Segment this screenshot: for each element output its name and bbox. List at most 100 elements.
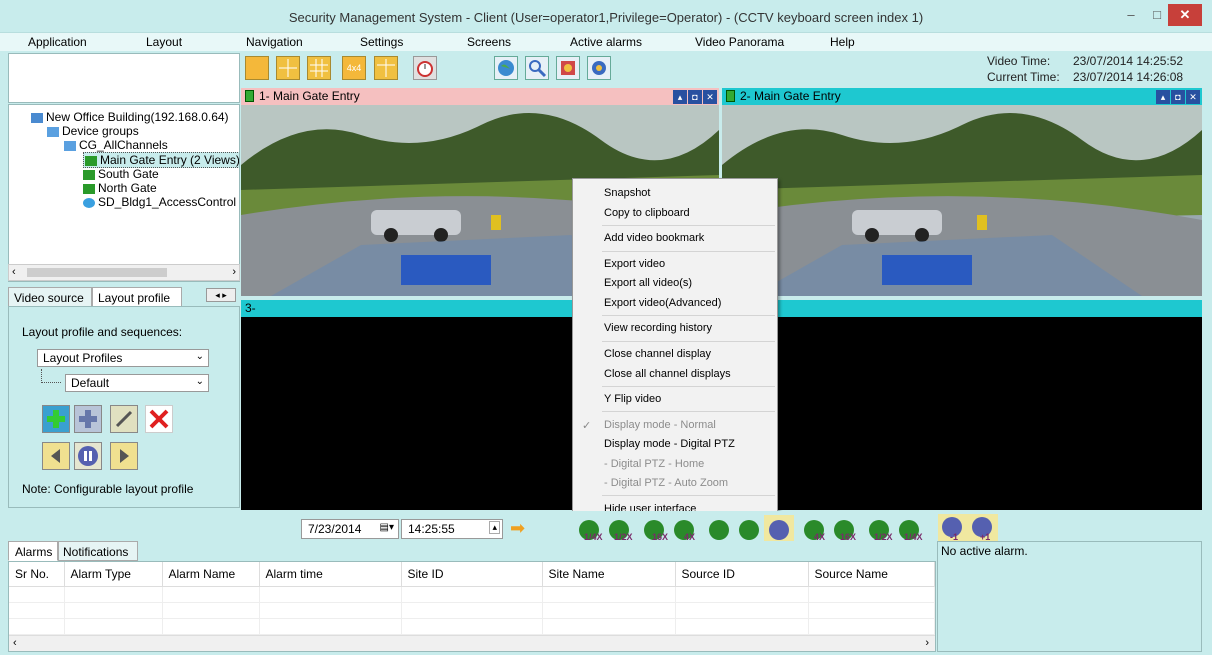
menu-item-close-channel-display[interactable]: Close channel display bbox=[604, 348, 711, 360]
video-1-title: 1- Main Gate Entry bbox=[259, 89, 360, 103]
tab-scroll-arrows[interactable]: ◂ ▸ bbox=[206, 288, 236, 302]
scroll-right-icon[interactable]: › bbox=[925, 637, 929, 649]
tree-node-access-control[interactable]: SD_Bldg1_AccessControl bbox=[83, 195, 236, 209]
play-reverse-button[interactable] bbox=[709, 520, 729, 540]
menu-layout[interactable]: Layout bbox=[146, 35, 182, 49]
globe-button[interactable] bbox=[494, 56, 518, 80]
default-profile-select[interactable]: Default ⌄ bbox=[65, 374, 209, 392]
layout-2x2-button[interactable] bbox=[276, 56, 300, 80]
delete-x-icon bbox=[149, 409, 169, 429]
menu-video-panorama[interactable]: Video Panorama bbox=[695, 35, 784, 49]
menu-active-alarms[interactable]: Active alarms bbox=[570, 35, 642, 49]
calendar-icon[interactable]: ▤▾ bbox=[380, 522, 394, 533]
tab-notifications[interactable]: Notifications bbox=[58, 541, 138, 561]
tree-node-device-groups[interactable]: Device groups bbox=[47, 124, 139, 138]
search-button[interactable] bbox=[525, 56, 549, 80]
close-button[interactable]: ✕ bbox=[1168, 4, 1202, 26]
camera-status-icon bbox=[245, 90, 254, 102]
edit-profile-button[interactable] bbox=[110, 405, 138, 433]
tree-node-root[interactable]: New Office Building(192.168.0.64) bbox=[31, 110, 229, 124]
play-button[interactable] bbox=[769, 520, 789, 540]
snapshot-icon[interactable]: ▴ bbox=[673, 90, 687, 104]
tree-node-main-gate[interactable]: Main Gate Entry (2 Views) bbox=[83, 152, 239, 168]
menu-settings[interactable]: Settings bbox=[360, 35, 403, 49]
sequence-timer-button[interactable] bbox=[413, 56, 437, 80]
next-button[interactable] bbox=[110, 442, 138, 470]
tab-alarms[interactable]: Alarms bbox=[8, 541, 58, 561]
table-row bbox=[9, 586, 935, 603]
layout-1x1-button[interactable] bbox=[245, 56, 269, 80]
column-header[interactable]: Site Name bbox=[542, 562, 676, 587]
tree-channel-group-label: CG_AllChannels bbox=[79, 138, 168, 152]
tree-node-south-gate[interactable]: South Gate bbox=[83, 167, 159, 181]
menu-item-add-video-bookmark[interactable]: Add video bookmark bbox=[604, 232, 704, 244]
layout-profiles-select[interactable]: Layout Profiles ⌄ bbox=[37, 349, 209, 367]
go-arrow-icon[interactable]: ➡ bbox=[510, 518, 525, 539]
layout-note: Note: Configurable layout profile bbox=[22, 482, 194, 496]
close-icon[interactable]: ✕ bbox=[1186, 90, 1200, 104]
add-profile-button[interactable] bbox=[42, 405, 70, 433]
delete-profile-button[interactable] bbox=[145, 405, 173, 433]
menu-item-y-flip-video[interactable]: Y Flip video bbox=[604, 393, 661, 405]
close-icon[interactable]: ✕ bbox=[703, 90, 717, 104]
layout-4x4-button[interactable]: 4x4 bbox=[342, 56, 366, 80]
layout-3x3-button[interactable] bbox=[307, 56, 331, 80]
scrollbar-thumb[interactable] bbox=[27, 268, 167, 277]
alarm-table-scrollbar[interactable]: ‹ › bbox=[9, 635, 935, 651]
menu-item-export-all-videos[interactable]: Export all video(s) bbox=[604, 277, 692, 289]
column-header[interactable]: Sr No. bbox=[9, 562, 65, 587]
tools-button[interactable] bbox=[556, 56, 580, 80]
menu-help[interactable]: Help bbox=[830, 35, 855, 49]
timer-icon bbox=[417, 61, 433, 77]
camera-status-icon bbox=[726, 90, 735, 102]
time-spinner-icon[interactable]: ▴ bbox=[489, 521, 500, 534]
menu-item-export-video-advanced[interactable]: Export video(Advanced) bbox=[604, 297, 721, 309]
menu-item-display-mode-digital-ptz[interactable]: Display mode - Digital PTZ bbox=[604, 438, 735, 450]
menu-item-copy-to-clipboard[interactable]: Copy to clipboard bbox=[604, 207, 690, 219]
add-sequence-button[interactable] bbox=[74, 405, 102, 433]
scroll-left-icon[interactable]: ‹ bbox=[12, 266, 16, 278]
camera-icon[interactable]: ◘ bbox=[688, 90, 702, 104]
playback-date-picker[interactable]: 7/23/2014 ▤▾ bbox=[301, 519, 399, 539]
column-header[interactable]: Source Name bbox=[808, 562, 935, 587]
maximize-button[interactable]: □ bbox=[1144, 4, 1170, 26]
menu-item-view-recording-history[interactable]: View recording history bbox=[604, 322, 712, 334]
menu-item-close-all-channel-displays[interactable]: Close all channel displays bbox=[604, 368, 731, 380]
tree-node-north-gate[interactable]: North Gate bbox=[83, 181, 157, 195]
checkmark-icon: ✓ bbox=[582, 420, 592, 432]
playback-time-field[interactable]: 14:25:55 ▴ bbox=[401, 519, 503, 539]
layout-profile-heading: Layout profile and sequences: bbox=[22, 325, 183, 339]
column-header[interactable]: Alarm Type bbox=[64, 562, 163, 587]
access-control-icon bbox=[83, 197, 95, 208]
tab-video-source[interactable]: Video source bbox=[8, 287, 92, 307]
minimize-button[interactable]: – bbox=[1118, 4, 1144, 26]
column-header[interactable]: Alarm Name bbox=[162, 562, 260, 587]
video-2-title: 2- Main Gate Entry bbox=[740, 89, 841, 103]
menu-navigation[interactable]: Navigation bbox=[246, 35, 303, 49]
previous-icon bbox=[51, 449, 60, 463]
camera-icon[interactable]: ◘ bbox=[1171, 90, 1185, 104]
speed-label: 4X bbox=[814, 532, 826, 542]
column-header[interactable]: Alarm time bbox=[259, 562, 402, 587]
scroll-right-icon[interactable]: › bbox=[232, 266, 236, 278]
camera-icon bbox=[83, 183, 95, 194]
video-window-2[interactable]: 2- Main Gate Entry ▴ ◘ ✕ bbox=[722, 88, 1202, 296]
column-header[interactable]: Source ID bbox=[675, 562, 809, 587]
title-bar: Security Management System - Client (Use… bbox=[0, 0, 1212, 33]
tree-node-channel-group[interactable]: CG_AllChannels bbox=[64, 138, 168, 152]
alarm-status-panel: No active alarm. bbox=[937, 541, 1202, 652]
layout-custom-button[interactable] bbox=[374, 56, 398, 80]
menu-item-snapshot[interactable]: Snapshot bbox=[604, 187, 650, 199]
menu-item-export-video[interactable]: Export video bbox=[604, 258, 665, 270]
menu-screens[interactable]: Screens bbox=[467, 35, 511, 49]
tree-horizontal-scrollbar[interactable]: ‹ › bbox=[8, 264, 240, 281]
scroll-left-icon[interactable]: ‹ bbox=[13, 637, 17, 649]
column-header[interactable]: Site ID bbox=[401, 562, 543, 587]
pause-sequence-button[interactable] bbox=[74, 442, 102, 470]
previous-button[interactable] bbox=[42, 442, 70, 470]
pause-button[interactable] bbox=[739, 520, 759, 540]
settings-button[interactable] bbox=[587, 56, 611, 80]
tab-layout-profile[interactable]: Layout profile bbox=[92, 287, 182, 307]
menu-application[interactable]: Application bbox=[28, 35, 87, 49]
snapshot-icon[interactable]: ▴ bbox=[1156, 90, 1170, 104]
